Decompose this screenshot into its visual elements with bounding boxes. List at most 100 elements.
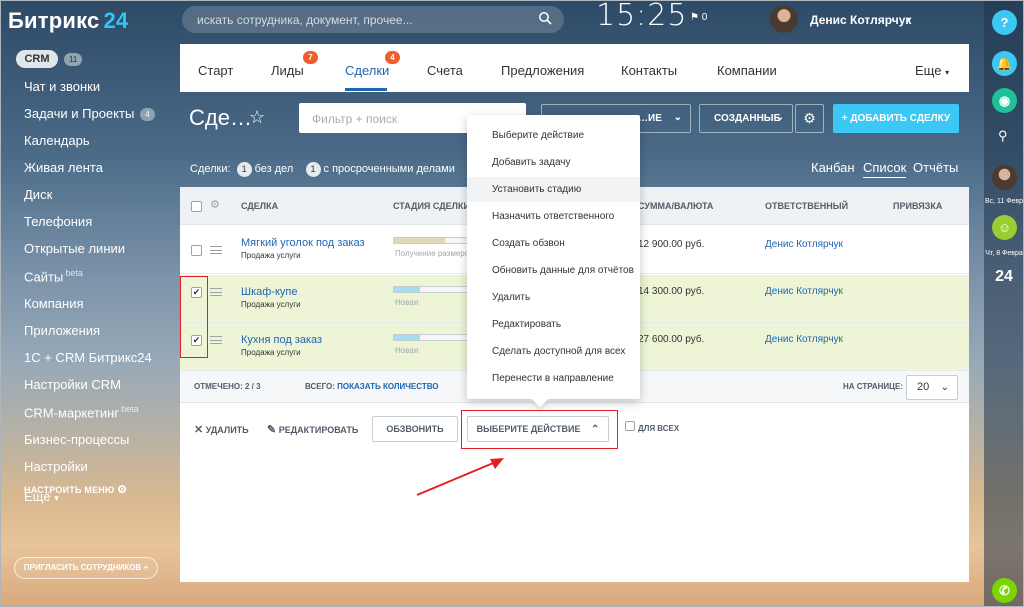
chevron-down-icon: ▾ [907,15,912,24]
view-kanban[interactable]: Канбан [811,160,855,175]
counter-no-tasks[interactable]: 1 [236,162,252,177]
sidebar-item-open-lines[interactable]: Открытые линии [24,241,125,256]
created-select[interactable]: СОЗДАННЫЕ ⌄ [699,104,793,133]
logo[interactable]: Битрикс 24 [8,8,128,34]
deal-title-link[interactable]: Мягкий уголок под заказ [241,237,365,249]
gear-icon: ⚙ [117,484,128,496]
sidebar-item-crm-settings[interactable]: Настройки CRM [24,377,121,392]
column-header-sum[interactable]: СУММА/ВАЛЮТА [638,201,713,211]
tab-deals[interactable]: Сделки 4 [345,51,400,78]
sidebar-item-settings[interactable]: Настройки [24,459,88,474]
add-deal-button[interactable]: + ДОБАВИТЬ СДЕЛКУ [833,104,959,133]
recent-date: Вс, 11 Февр [984,198,1024,205]
stage-label: Получение размеров [395,249,474,258]
help-icon[interactable]: ? [992,10,1017,35]
tab-start[interactable]: Старт [198,63,233,78]
menu-item-assign-responsible[interactable]: Назначить ответственного [467,204,640,229]
row-checkbox[interactable] [191,245,202,256]
deal-type: Продажа услуги [241,348,301,357]
avatar[interactable] [992,165,1017,190]
stage-progress[interactable] [393,286,468,293]
responsible-link[interactable]: Денис Котлярчук [765,334,843,345]
stage-progress[interactable] [393,237,468,244]
sidebar-item-sites[interactable]: Сайты beta [24,268,83,284]
sidebar-item-chat[interactable]: Чат и звонки [24,79,100,94]
for-all-checkbox[interactable] [625,421,635,431]
deal-type: Продажа услуги [241,300,301,309]
tasks-badge: 4 [140,108,155,122]
sidebar-item-telephony[interactable]: Телефония [24,214,92,229]
per-page-label: НА СТРАНИЦЕ: [843,382,904,391]
search-input[interactable]: искать сотрудника, документ, прочее... [182,6,564,33]
marked-count: ОТМЕЧЕНО: 2 / 3 [194,382,261,391]
per-page-select[interactable]: 20 ⌄ [906,375,958,400]
page-title: Сде… [189,105,252,130]
menu-item-refresh-reports[interactable]: Обновить данные для отчётов [467,258,640,283]
search-icon[interactable]: ⚲ [998,128,1008,144]
sidebar-item-disk[interactable]: Диск [24,187,52,202]
bell-icon[interactable]: 🔔 [992,51,1017,76]
tab-contacts[interactable]: Контакты [621,63,677,78]
sidebar-item-crm[interactable]: CRM [16,50,58,68]
menu-item-move-direction[interactable]: Перенести в направление [467,366,640,391]
deal-sum: 14 300.00 руб. [638,286,705,297]
sidebar-item-calendar[interactable]: Календарь [24,133,90,148]
menu-item-add-task[interactable]: Добавить задачу [467,150,640,175]
column-header-responsible[interactable]: ОТВЕТСТВЕННЫЙ [765,201,848,211]
call-button[interactable]: ОБЗВОНИТЬ [372,416,458,442]
view-list[interactable]: Список [863,160,907,178]
phone-icon[interactable]: ✆ [992,578,1017,603]
view-reports[interactable]: Отчёты [913,160,958,175]
b24-logo[interactable]: 24 [984,268,1024,286]
notifications[interactable]: ⚑ 0 [690,12,707,23]
pencil-icon: ✎ [267,424,277,436]
deal-counters: Сделки: 1 без дел 1с просроченными делами [190,162,455,177]
menu-item-edit[interactable]: Редактировать [467,312,640,337]
counter-overdue[interactable]: 1 [305,162,321,177]
sidebar-item-tasks[interactable]: Задачи и Проекты 4 [24,106,155,122]
column-header-deal[interactable]: СДЕЛКА [241,201,278,211]
delete-button[interactable]: ✕ УДАЛИТЬ [194,423,249,436]
menu-item-delete[interactable]: Удалить [467,285,640,310]
sidebar-item-feed[interactable]: Живая лента [24,160,103,175]
sidebar-item-1c[interactable]: 1С + CRM Битрикс24 [24,350,152,365]
invite-button[interactable]: ПРИГЛАСИТЬ СОТРУДНИКОВ + [14,557,158,579]
select-all-checkbox[interactable] [191,201,202,212]
menu-item-choose-action[interactable]: Выберите действие [467,123,640,148]
deal-title-link[interactable]: Кухня под заказ [241,334,322,346]
drag-handle-icon[interactable] [210,246,222,254]
star-icon[interactable]: ☆ [249,107,265,128]
gear-icon[interactable]: ⚙ [210,198,220,211]
show-count-link[interactable]: ПОКАЗАТЬ КОЛИЧЕСТВО [337,382,438,391]
drag-handle-icon[interactable] [210,288,222,296]
tab-quotes[interactable]: Предложения [501,63,584,78]
search-icon[interactable] [538,11,552,25]
drag-handle-icon[interactable] [210,336,222,344]
tab-companies[interactable]: Компании [717,63,777,78]
sidebar-item-apps[interactable]: Приложения [24,323,100,338]
sidebar-item-company[interactable]: Компания [24,296,84,311]
sidebar-item-crm-marketing[interactable]: CRM-маркетинг beta [24,404,139,420]
column-header-binding[interactable]: ПРИВЯЗКА [893,201,942,211]
menu-item-create-call-list[interactable]: Создать обзвон [467,231,640,256]
robot-icon[interactable]: ☺ [992,215,1017,240]
menu-item-share-all[interactable]: Сделать доступной для всех [467,339,640,364]
column-header-stage[interactable]: СТАДИЯ СДЕЛКИ [393,201,470,211]
deal-title-link[interactable]: Шкаф-купе [241,286,297,298]
edit-button[interactable]: ✎ РЕДАКТИРОВАТЬ [267,423,358,436]
stage-progress-fill [394,287,420,292]
recent-date: Чт, 8 Февра [985,250,1023,257]
responsible-link[interactable]: Денис Котлярчук [765,286,843,297]
responsible-link[interactable]: Денис Котлярчук [765,239,843,250]
chat-icon[interactable]: ◉ [992,88,1017,113]
sidebar-item-bizproc[interactable]: Бизнес-процессы [24,432,129,447]
menu-item-set-stage[interactable]: Установить стадию [467,177,640,202]
crm-nav: Старт Лиды 7 Сделки 4 Счета Предложения Ко… [180,44,969,92]
chevron-down-icon: ⌄ [940,382,949,393]
tab-leads[interactable]: Лиды 7 [271,51,318,78]
settings-gear-button[interactable]: ⚙ [795,104,824,133]
setup-menu-button[interactable]: НАСТРОИТЬ МЕНЮ ⚙ [24,483,127,496]
tab-more[interactable]: Еще ▾ [915,63,949,78]
tab-invoices[interactable]: Счета [427,63,463,78]
stage-progress[interactable] [393,334,468,341]
